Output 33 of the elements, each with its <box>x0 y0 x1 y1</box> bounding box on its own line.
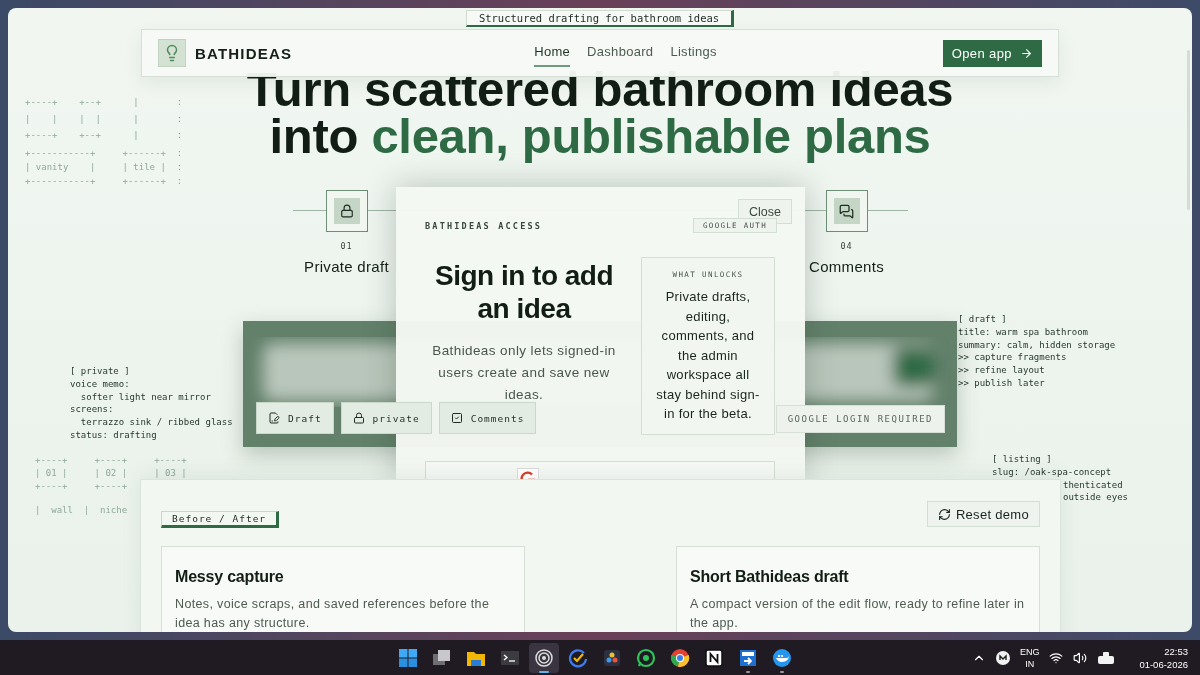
card-title: Short Bathideas draft <box>690 568 850 586</box>
dialog-title: Sign in to add an idea <box>433 259 615 325</box>
private-note: [ private ] voice memo: softer light near mirror screens: terrazzo sink / ribbed glass status: drafting <box>70 365 233 442</box>
dialog-text: Bathideas only lets signed-in users create and save new ideas. <box>431 342 617 404</box>
nav-link[interactable]: Listings <box>670 39 717 67</box>
login-required-label: GOOGLE LOGIN REQUIRED <box>775 405 945 433</box>
language-indicator[interactable]: ENG IN <box>1019 645 1040 670</box>
nav-link[interactable]: Home <box>534 39 571 67</box>
nav-link[interactable]: Dashboard <box>587 39 654 67</box>
listing-note: thenticated outside eyes <box>1063 478 1129 505</box>
step-label: Private draft <box>304 258 389 275</box>
ascii-sketch: +----+ +--+ | : | | | | | : +----+ +--+ | : <box>25 96 183 142</box>
step-number: 04 <box>840 241 853 251</box>
unlocks-text: Private drafts, editing, comments, and the admin workspace all stay behind sign-in for the beta. <box>655 288 761 423</box>
step-label: Comments <box>809 258 884 275</box>
ascii-grid: +----+ +----+ +----+ | 01 | | 02 | | 03 | +----+ +----+ <box>35 454 187 493</box>
card-text: A compact version of the edit flow, ready to refine later in the app. <box>690 596 1026 632</box>
ascii-sketch: +-----------+ +------+ : | vanity | | tile | : +-----------+ +------+ : <box>25 147 183 188</box>
card-title: Messy capture <box>175 568 285 586</box>
step-number: 01 <box>340 241 353 251</box>
preview-chip[interactable]: Comments <box>438 402 537 434</box>
ascii-grid-footer: | wall | niche <box>35 504 128 517</box>
tagline-badge: Structured drafting for bathroom ideas <box>465 10 735 27</box>
draft-note: [ draft ] title: warm spa bathroom summary: calm, hidden storage >> capture fragments >> refine layout >> publish later <box>958 313 1116 390</box>
clock[interactable]: 22:53 01-06-2026 <box>1139 644 1188 671</box>
card-text: Notes, voice scraps, and saved references before the idea has any structure. <box>175 596 491 632</box>
reset-demo-button[interactable]: Reset demo <box>926 501 1040 527</box>
brand-name[interactable]: BATHIDEAS <box>195 44 293 62</box>
section-tag: Before / After <box>161 511 280 528</box>
preview-chip[interactable]: Draft <box>256 402 334 434</box>
dialog-eyebrow: BATHIDEAS ACCESS <box>425 221 543 231</box>
preview-chip[interactable]: private <box>340 402 432 434</box>
open-app-button[interactable]: Open app <box>942 39 1042 67</box>
